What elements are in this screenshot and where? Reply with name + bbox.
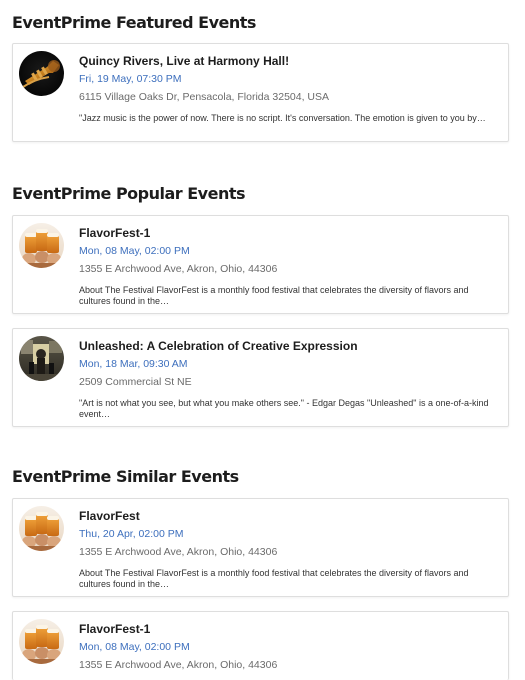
event-date: Thu, 20 Apr, 02:00 PM [79,528,184,540]
gallery-photo-icon [19,336,64,381]
event-date: Mon, 08 May, 02:00 PM [79,245,190,257]
event-thumbnail[interactable] [19,223,64,268]
event-description: About The Festival FlavorFest is a month… [79,285,469,306]
event-address: 1355 E Archwood Ave, Akron, Ohio, 44306 [79,546,278,558]
popular-events-section: EventPrime Popular Events FlavorFest-1 M… [12,184,510,434]
event-title[interactable]: FlavorFest [79,509,140,523]
event-date: Fri, 19 May, 07:30 PM [79,73,182,85]
event-thumbnail[interactable] [19,336,64,381]
event-description: "Art is not what you see, but what you m… [79,398,489,419]
beer-toast-photo-icon [19,506,64,551]
event-date: Mon, 08 May, 02:00 PM [79,641,190,653]
beer-toast-photo-icon [19,223,64,268]
section-title-featured: EventPrime Featured Events [12,13,256,32]
events-page: EventPrime Featured Events Quincy Rivers… [0,0,525,680]
event-title[interactable]: FlavorFest-1 [79,622,150,636]
event-card[interactable]: FlavorFest-1 Mon, 08 May, 02:00 PM 1355 … [12,215,509,314]
event-address: 1355 E Archwood Ave, Akron, Ohio, 44306 [79,263,278,275]
event-address: 2509 Commercial St NE [79,376,192,388]
event-address: 6115 Village Oaks Dr, Pensacola, Florida… [79,91,330,103]
featured-events-section: EventPrime Featured Events Quincy Rivers… [12,13,510,148]
event-address: 1355 E Archwood Ave, Akron, Ohio, 44306 [79,659,278,671]
trumpet-photo-icon [19,51,64,96]
event-title[interactable]: Quincy Rivers, Live at Harmony Hall! [79,54,289,68]
event-title[interactable]: FlavorFest-1 [79,226,150,240]
event-thumbnail[interactable] [19,51,64,96]
section-title-popular: EventPrime Popular Events [12,184,246,203]
event-description: "Jazz music is the power of now. There i… [79,113,486,123]
event-card[interactable]: FlavorFest Thu, 20 Apr, 02:00 PM 1355 E … [12,498,509,597]
event-card[interactable]: Unleashed: A Celebration of Creative Exp… [12,328,509,427]
event-thumbnail[interactable] [19,619,64,664]
section-title-similar: EventPrime Similar Events [12,467,239,486]
event-card[interactable]: FlavorFest-1 Mon, 08 May, 02:00 PM 1355 … [12,611,509,680]
beer-toast-photo-icon [19,619,64,664]
event-thumbnail[interactable] [19,506,64,551]
event-title[interactable]: Unleashed: A Celebration of Creative Exp… [79,339,358,353]
event-description: About The Festival FlavorFest is a month… [79,568,469,589]
event-card[interactable]: Quincy Rivers, Live at Harmony Hall! Fri… [12,43,509,142]
similar-events-section: EventPrime Similar Events FlavorFest Thu… [12,467,510,680]
event-date: Mon, 18 Mar, 09:30 AM [79,358,188,370]
